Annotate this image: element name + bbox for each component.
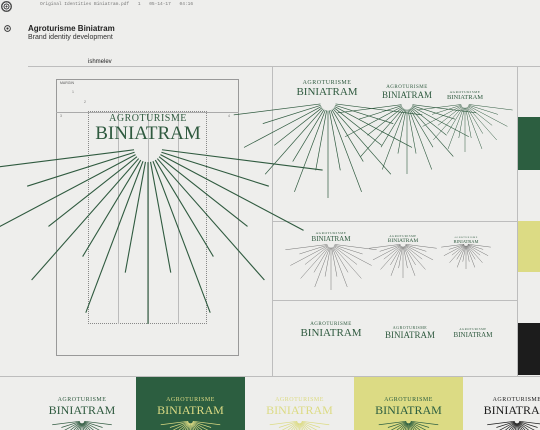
colorway-sunburst [269, 420, 330, 430]
colorway-green: AGROTURISME BINIATRAM [136, 377, 245, 430]
colorway-light-green: AGROTURISME BINIATRAM [28, 377, 136, 430]
sunburst-ray [172, 421, 189, 430]
sunburst-ray [192, 421, 209, 430]
colorway-light-yellow: AGROTURISME BINIATRAM [245, 377, 354, 430]
sunburst-ray [64, 421, 81, 430]
swatch-black [518, 323, 540, 375]
sunburst-ray [83, 421, 100, 430]
brand-wordmark-2: AGROTURISME BINIATRAM [384, 325, 435, 340]
colorway-sunburst [52, 420, 112, 430]
swatch-yellow [518, 221, 540, 272]
colorway-sunburst [160, 420, 221, 430]
brand-wordmark-1: AGROTURISME BINIATRAM [300, 322, 362, 339]
brand-wordmark-3: AGROTURISME BINIATRAM [453, 327, 493, 339]
sunburst-row2-3 [441, 244, 491, 269]
colorway-sunburst [487, 420, 540, 430]
sunburst-ray [410, 421, 427, 430]
sunburst-ray [499, 421, 516, 430]
sunburst-ray [390, 421, 407, 430]
colorway-sunburst [378, 420, 439, 430]
sunburst-ray [467, 245, 483, 263]
sunburst-ray [449, 245, 465, 263]
colorway-black: AGROTURISME BINIATRAM [463, 377, 540, 430]
swatch-green [518, 117, 540, 170]
sunburst-ray [301, 421, 318, 430]
colorway-yellow: AGROTURISME BINIATRAM [354, 377, 463, 430]
sunburst-ray [281, 421, 298, 430]
